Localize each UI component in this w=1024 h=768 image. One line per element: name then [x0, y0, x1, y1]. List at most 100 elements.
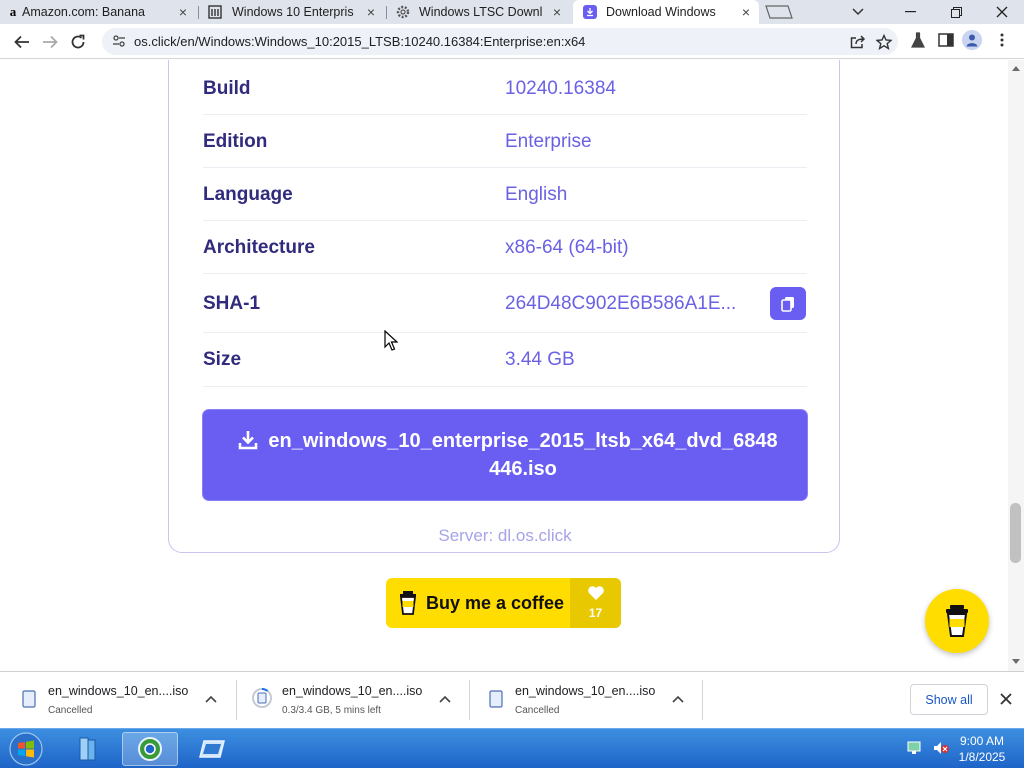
browser-menu-icon[interactable]: [992, 30, 1012, 50]
sound-muted-icon[interactable]: [932, 739, 950, 757]
download-status: 0.3/3.4 GB, 5 mins left: [282, 705, 381, 716]
tab-title: Windows LTSC Downl: [419, 5, 543, 19]
detail-row-sha1: SHA-1 264D48C902E6B586A1E...: [203, 274, 807, 333]
browser-toolbar: os.click/en/Windows:Windows_10:2015_LTSB…: [0, 24, 1024, 59]
detail-label: Language: [203, 184, 293, 205]
taskbar-app[interactable]: [184, 732, 240, 766]
tab-windows-10-enterprise[interactable]: Windows 10 Enterpris ×: [200, 0, 384, 24]
taskbar-browser[interactable]: [122, 732, 178, 766]
restore-button[interactable]: [934, 0, 978, 24]
download-icon: [238, 431, 258, 450]
detail-label: Edition: [203, 131, 268, 152]
bookmark-star-icon[interactable]: [874, 32, 894, 52]
tab-amazon[interactable]: a Amazon.com: Banana ×: [0, 0, 196, 24]
tab-search-chevron-icon[interactable]: [836, 0, 880, 24]
copy-icon: [781, 296, 794, 312]
chevron-up-icon[interactable]: [438, 692, 452, 706]
file-progress-icon: [252, 688, 272, 708]
globe-icon: [138, 737, 162, 761]
show-all-button[interactable]: Show all: [910, 684, 988, 715]
buy-me-a-coffee-button[interactable]: Buy me a coffee 17: [386, 578, 621, 628]
detail-label: Size: [203, 349, 242, 370]
gear-icon: [396, 5, 410, 19]
site-info-icon[interactable]: [112, 34, 126, 48]
detail-row-language: Language English: [203, 168, 807, 221]
page-content: Build 10240.16384 Edition Enterprise Lan…: [0, 60, 1008, 671]
download-filename: en_windows_10_en....iso: [48, 684, 189, 698]
side-panel-icon[interactable]: [936, 30, 956, 50]
download-shelf: en_windows_10_en....iso Cancelled en_win…: [0, 671, 1024, 728]
tab-download-windows[interactable]: Download Windows ×: [573, 0, 759, 24]
tab-separator: [198, 6, 199, 19]
taskbar-file-explorer[interactable]: [60, 732, 116, 766]
mouse-cursor-icon: [384, 330, 398, 351]
detail-row-architecture: Architecture x86-64 (64-bit): [203, 221, 807, 274]
detail-row-size: Size 3.44 GB: [203, 333, 807, 387]
detail-value: x86-64 (64-bit): [505, 237, 629, 258]
download-status: Cancelled: [48, 705, 93, 716]
sha1-value[interactable]: 264D48C902E6B586A1E...: [505, 293, 736, 315]
page-scrollbar[interactable]: [1008, 60, 1024, 671]
detail-value: English: [505, 184, 568, 205]
download-iso-button[interactable]: en_windows_10_enterprise_2015_ltsb_x64_d…: [203, 410, 807, 500]
supporter-count: 17: [588, 606, 603, 620]
building-icon: [208, 5, 222, 19]
labs-flask-icon[interactable]: [908, 30, 928, 50]
close-icon[interactable]: ×: [550, 5, 564, 19]
detail-label: SHA-1: [203, 293, 261, 314]
window-app-icon: [199, 740, 225, 758]
reload-button[interactable]: [66, 30, 90, 54]
tab-separator: [386, 6, 387, 19]
detail-value: 10240.16384: [505, 78, 616, 99]
scroll-down-icon[interactable]: [1011, 658, 1021, 666]
profile-avatar-icon[interactable]: [962, 30, 982, 50]
library-icon: [79, 737, 96, 761]
minimize-button[interactable]: [888, 0, 932, 24]
download-card: Build 10240.16384 Edition Enterprise Lan…: [168, 60, 840, 553]
detail-label: Build: [203, 78, 251, 99]
floating-coffee-button[interactable]: [925, 589, 989, 653]
detail-label: Architecture: [203, 237, 315, 258]
clock-time: 9:00 AM: [959, 734, 1005, 748]
taskbar: 9:00 AM 1/8/2025: [0, 728, 1024, 768]
coffee-supporter-count: 17: [570, 578, 621, 628]
chevron-up-icon[interactable]: [204, 692, 218, 706]
close-icon[interactable]: ×: [176, 5, 190, 19]
download-item[interactable]: en_windows_10_en....iso Cancelled: [467, 678, 699, 722]
close-window-button[interactable]: [980, 0, 1024, 24]
tab-title: Download Windows: [606, 5, 716, 19]
heart-icon: [588, 586, 604, 600]
download-filename: en_windows_10_en....iso: [515, 684, 656, 698]
close-icon[interactable]: [998, 691, 1014, 707]
chevron-up-icon[interactable]: [671, 692, 685, 706]
new-tab-button[interactable]: [762, 4, 794, 20]
windows-logo-icon: [9, 732, 43, 766]
coffee-cup-icon: [946, 605, 968, 637]
system-clock[interactable]: 9:00 AM 1/8/2025: [954, 733, 1010, 765]
network-icon[interactable]: [906, 739, 924, 757]
close-icon[interactable]: ×: [364, 5, 378, 19]
address-bar[interactable]: os.click/en/Windows:Windows_10:2015_LTSB…: [102, 28, 898, 55]
scroll-thumb[interactable]: [1010, 503, 1021, 563]
share-icon[interactable]: [848, 32, 868, 52]
forward-button[interactable]: [38, 30, 62, 54]
tab-title: Windows 10 Enterpris: [232, 5, 354, 19]
download-filename: en_windows_10_en....iso: [282, 684, 423, 698]
scroll-up-icon[interactable]: [1011, 64, 1021, 72]
detail-row-edition: Edition Enterprise: [203, 115, 807, 168]
download-status: Cancelled: [515, 705, 560, 716]
file-icon: [489, 690, 503, 708]
copy-hash-button[interactable]: [770, 287, 806, 320]
detail-value: 3.44 GB: [505, 349, 575, 370]
coffee-cup-icon: [399, 591, 417, 615]
download-item[interactable]: en_windows_10_en....iso Cancelled: [0, 678, 232, 722]
shelf-separator: [702, 680, 703, 720]
clock-date: 1/8/2025: [958, 750, 1006, 764]
back-button[interactable]: [10, 30, 34, 54]
close-icon[interactable]: ×: [739, 5, 753, 19]
url-text[interactable]: os.click/en/Windows:Windows_10:2015_LTSB…: [134, 34, 585, 49]
download-icon: [583, 5, 597, 19]
tab-windows-ltsc-download[interactable]: Windows LTSC Downl ×: [388, 0, 570, 24]
download-item[interactable]: en_windows_10_en....iso 0.3/3.4 GB, 5 mi…: [234, 678, 466, 722]
start-button[interactable]: [4, 729, 48, 768]
